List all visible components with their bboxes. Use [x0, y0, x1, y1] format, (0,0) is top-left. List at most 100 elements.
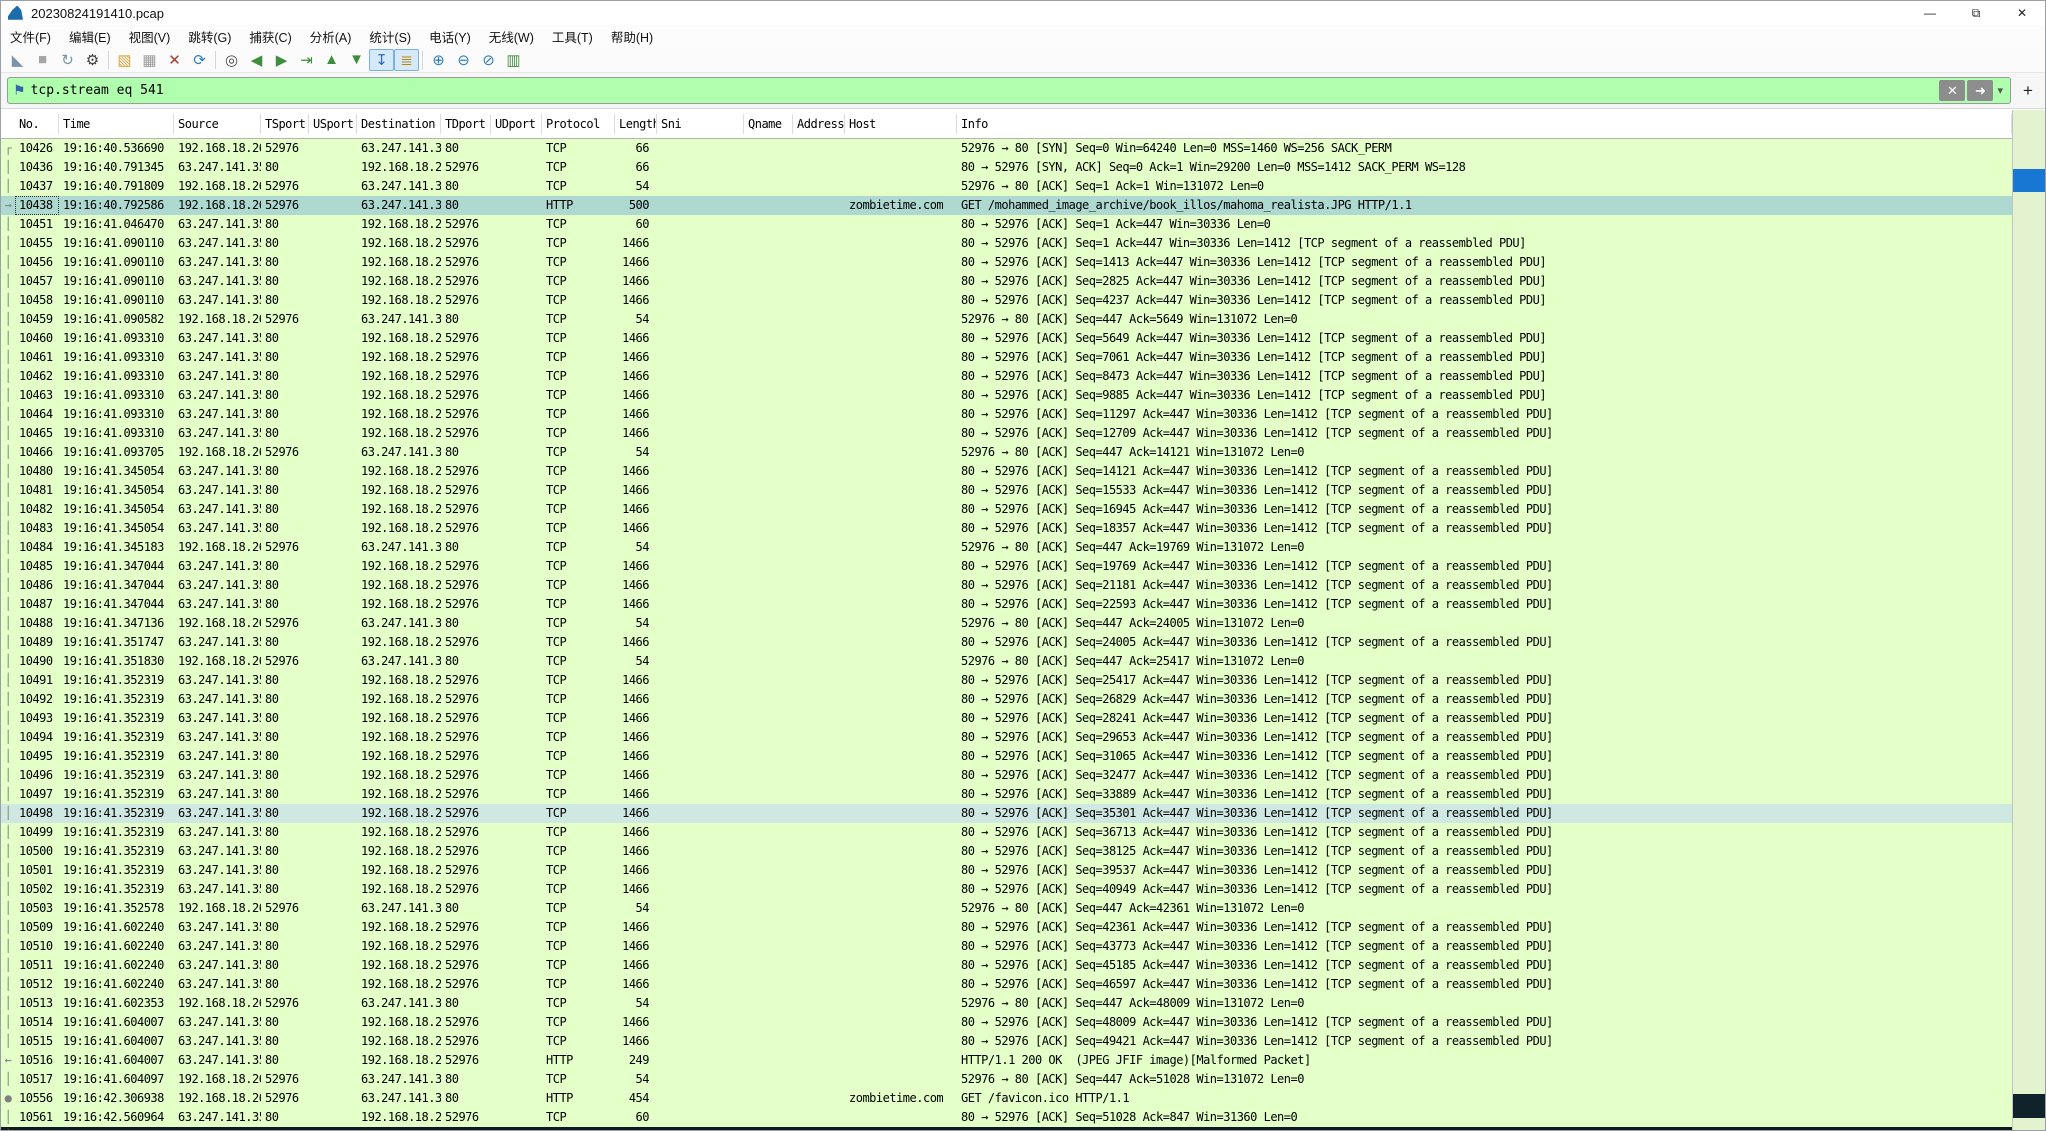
packet-row[interactable]: │ 10562 19:16:42.561581 63.247.141.35 80…	[1, 1127, 2012, 1130]
packet-row[interactable]: │ 10486 19:16:41.347044 63.247.141.35 80…	[1, 576, 2012, 595]
bookmark-icon[interactable]: ⚑	[11, 82, 31, 99]
menu-item[interactable]: 分析(A)	[301, 25, 361, 48]
packet-row[interactable]: │ 10437 19:16:40.791809 192.168.18.26 52…	[1, 177, 2012, 196]
packet-row[interactable]: │ 10458 19:16:41.090110 63.247.141.35 80…	[1, 291, 2012, 310]
reload-file-icon[interactable]: ⟳	[187, 49, 212, 71]
column-header[interactable]: Address	[793, 114, 845, 134]
packet-row[interactable]: │ 10462 19:16:41.093310 63.247.141.35 80…	[1, 367, 2012, 386]
packet-row[interactable]: │ 10510 19:16:41.602240 63.247.141.35 80…	[1, 937, 2012, 956]
menu-item[interactable]: 捕获(C)	[240, 25, 300, 48]
packet-row[interactable]: │ 10489 19:16:41.351747 63.247.141.35 80…	[1, 633, 2012, 652]
column-header[interactable]: Time	[59, 114, 174, 134]
restore-button[interactable]: ⧉	[1953, 1, 1999, 25]
packet-row[interactable]: │ 10456 19:16:41.090110 63.247.141.35 80…	[1, 253, 2012, 272]
stop-capture-icon[interactable]: ■	[30, 49, 55, 71]
packet-row[interactable]: │ 10484 19:16:41.345183 192.168.18.26 52…	[1, 538, 2012, 557]
zoom-in-icon[interactable]: ⊕	[426, 49, 451, 71]
packet-row[interactable]: │ 10466 19:16:41.093705 192.168.18.26 52…	[1, 443, 2012, 462]
column-header[interactable]: TSport	[261, 114, 309, 134]
packet-row[interactable]: │ 10515 19:16:41.604007 63.247.141.35 80…	[1, 1032, 2012, 1051]
zoom-reset-icon[interactable]: ⊘	[476, 49, 501, 71]
display-filter-field[interactable]: ⚑ ✕ ➜ ▾	[7, 77, 2011, 104]
toolbar-icon[interactable]	[419, 50, 426, 70]
packet-row[interactable]: → 10438 19:16:40.792586 192.168.18.26 52…	[1, 196, 2012, 215]
go-to-packet-icon[interactable]: ⇥	[294, 49, 319, 71]
restart-capture-icon[interactable]: ↻	[55, 49, 80, 71]
packet-row[interactable]: │ 10517 19:16:41.604097 192.168.18.26 52…	[1, 1070, 2012, 1089]
packet-row[interactable]: │ 10460 19:16:41.093310 63.247.141.35 80…	[1, 329, 2012, 348]
start-capture-icon[interactable]: ◣	[5, 49, 30, 71]
close-file-icon[interactable]: ✕	[162, 49, 187, 71]
column-header[interactable]: Destination	[357, 114, 441, 134]
menu-item[interactable]: 跳转(G)	[179, 25, 240, 48]
menu-item[interactable]: 编辑(E)	[60, 25, 120, 48]
packet-row[interactable]: │ 10480 19:16:41.345054 63.247.141.35 80…	[1, 462, 2012, 481]
menu-item[interactable]: 文件(F)	[1, 25, 60, 48]
save-file-icon[interactable]: ▦	[137, 49, 162, 71]
packet-row[interactable]: │ 10499 19:16:41.352319 63.247.141.35 80…	[1, 823, 2012, 842]
packet-row[interactable]: │ 10491 19:16:41.352319 63.247.141.35 80…	[1, 671, 2012, 690]
go-to-top-icon[interactable]: ▲	[319, 49, 344, 71]
packet-row[interactable]: │ 10500 19:16:41.352319 63.247.141.35 80…	[1, 842, 2012, 861]
packet-row[interactable]: │ 10459 19:16:41.090582 192.168.18.26 52…	[1, 310, 2012, 329]
packet-row[interactable]: │ 10495 19:16:41.352319 63.247.141.35 80…	[1, 747, 2012, 766]
packet-row[interactable]: │ 10463 19:16:41.093310 63.247.141.35 80…	[1, 386, 2012, 405]
packet-row[interactable]: │ 10451 19:16:41.046470 63.247.141.35 80…	[1, 215, 2012, 234]
toolbar-icon[interactable]	[105, 50, 112, 70]
packet-row[interactable]: │ 10465 19:16:41.093310 63.247.141.35 80…	[1, 424, 2012, 443]
packet-row[interactable]: │ 10494 19:16:41.352319 63.247.141.35 80…	[1, 728, 2012, 747]
packet-row[interactable]: ← 10516 19:16:41.604007 63.247.141.35 80…	[1, 1051, 2012, 1070]
go-forward-icon[interactable]: ▶	[269, 49, 294, 71]
packet-row[interactable]: │ 10512 19:16:41.602240 63.247.141.35 80…	[1, 975, 2012, 994]
packet-row[interactable]: │ 10513 19:16:41.602353 192.168.18.26 52…	[1, 994, 2012, 1013]
packet-row[interactable]: │ 10485 19:16:41.347044 63.247.141.35 80…	[1, 557, 2012, 576]
packet-row[interactable]: │ 10482 19:16:41.345054 63.247.141.35 80…	[1, 500, 2012, 519]
filter-history-caret-icon[interactable]: ▾	[1993, 84, 2007, 97]
toolbar-icon[interactable]	[212, 50, 219, 70]
packet-row[interactable]: ● 10556 19:16:42.306938 192.168.18.26 52…	[1, 1089, 2012, 1108]
open-file-icon[interactable]: ▧	[112, 49, 137, 71]
packet-row[interactable]: │ 10455 19:16:41.090110 63.247.141.35 80…	[1, 234, 2012, 253]
packet-row[interactable]: │ 10490 19:16:41.351830 192.168.18.26 52…	[1, 652, 2012, 671]
resize-columns-icon[interactable]: ▥	[501, 49, 526, 71]
close-button[interactable]: ✕	[1999, 1, 2045, 25]
packet-row[interactable]: │ 10511 19:16:41.602240 63.247.141.35 80…	[1, 956, 2012, 975]
packet-row[interactable]: │ 10493 19:16:41.352319 63.247.141.35 80…	[1, 709, 2012, 728]
menu-item[interactable]: 统计(S)	[360, 25, 420, 48]
minimize-button[interactable]: —	[1907, 1, 1953, 25]
capture-options-icon[interactable]: ⚙	[80, 49, 105, 71]
column-header[interactable]: Qname	[744, 114, 793, 134]
menu-item[interactable]: 帮助(H)	[602, 25, 662, 48]
packet-row[interactable]: │ 10464 19:16:41.093310 63.247.141.35 80…	[1, 405, 2012, 424]
packet-row[interactable]: │ 10483 19:16:41.345054 63.247.141.35 80…	[1, 519, 2012, 538]
column-header[interactable]: Info	[957, 114, 2012, 134]
add-filter-button-plus[interactable]: +	[2017, 81, 2039, 101]
column-header[interactable]: Source	[174, 114, 261, 134]
packet-row[interactable]: │ 10503 19:16:41.352578 192.168.18.26 52…	[1, 899, 2012, 918]
packet-list-scrollbar[interactable]	[2012, 110, 2045, 1130]
zoom-out-icon[interactable]: ⊖	[451, 49, 476, 71]
column-header[interactable]: Sni	[657, 114, 744, 134]
clear-filter-button[interactable]: ✕	[1939, 80, 1965, 101]
menu-item[interactable]: 电话(Y)	[420, 25, 480, 48]
column-header[interactable]: TDport	[441, 114, 491, 134]
scrollbar-thumb[interactable]	[2013, 169, 2045, 192]
display-filter-input[interactable]	[31, 83, 1938, 98]
column-header[interactable]: Length	[615, 114, 657, 134]
find-packet-icon[interactable]: ◎	[219, 49, 244, 71]
column-header[interactable]: UDport	[491, 114, 542, 134]
column-header[interactable]: Host	[845, 114, 957, 134]
packet-row[interactable]: │ 10498 19:16:41.352319 63.247.141.35 80…	[1, 804, 2012, 823]
column-header[interactable]: Protocol	[542, 114, 615, 134]
colorize-icon[interactable]: ≣	[394, 49, 419, 71]
packet-row[interactable]: │ 10509 19:16:41.602240 63.247.141.35 80…	[1, 918, 2012, 937]
auto-scroll-icon[interactable]: ↧	[369, 49, 394, 71]
column-header[interactable]: No.	[15, 114, 59, 134]
apply-filter-button[interactable]: ➜	[1967, 80, 1993, 101]
packet-row[interactable]: │ 10497 19:16:41.352319 63.247.141.35 80…	[1, 785, 2012, 804]
go-to-bottom-icon[interactable]: ▼	[344, 49, 369, 71]
menu-item[interactable]: 工具(T)	[543, 25, 602, 48]
go-back-icon[interactable]: ◀	[244, 49, 269, 71]
packet-row[interactable]: │ 10561 19:16:42.560964 63.247.141.35 80…	[1, 1108, 2012, 1127]
packet-row[interactable]: │ 10496 19:16:41.352319 63.247.141.35 80…	[1, 766, 2012, 785]
